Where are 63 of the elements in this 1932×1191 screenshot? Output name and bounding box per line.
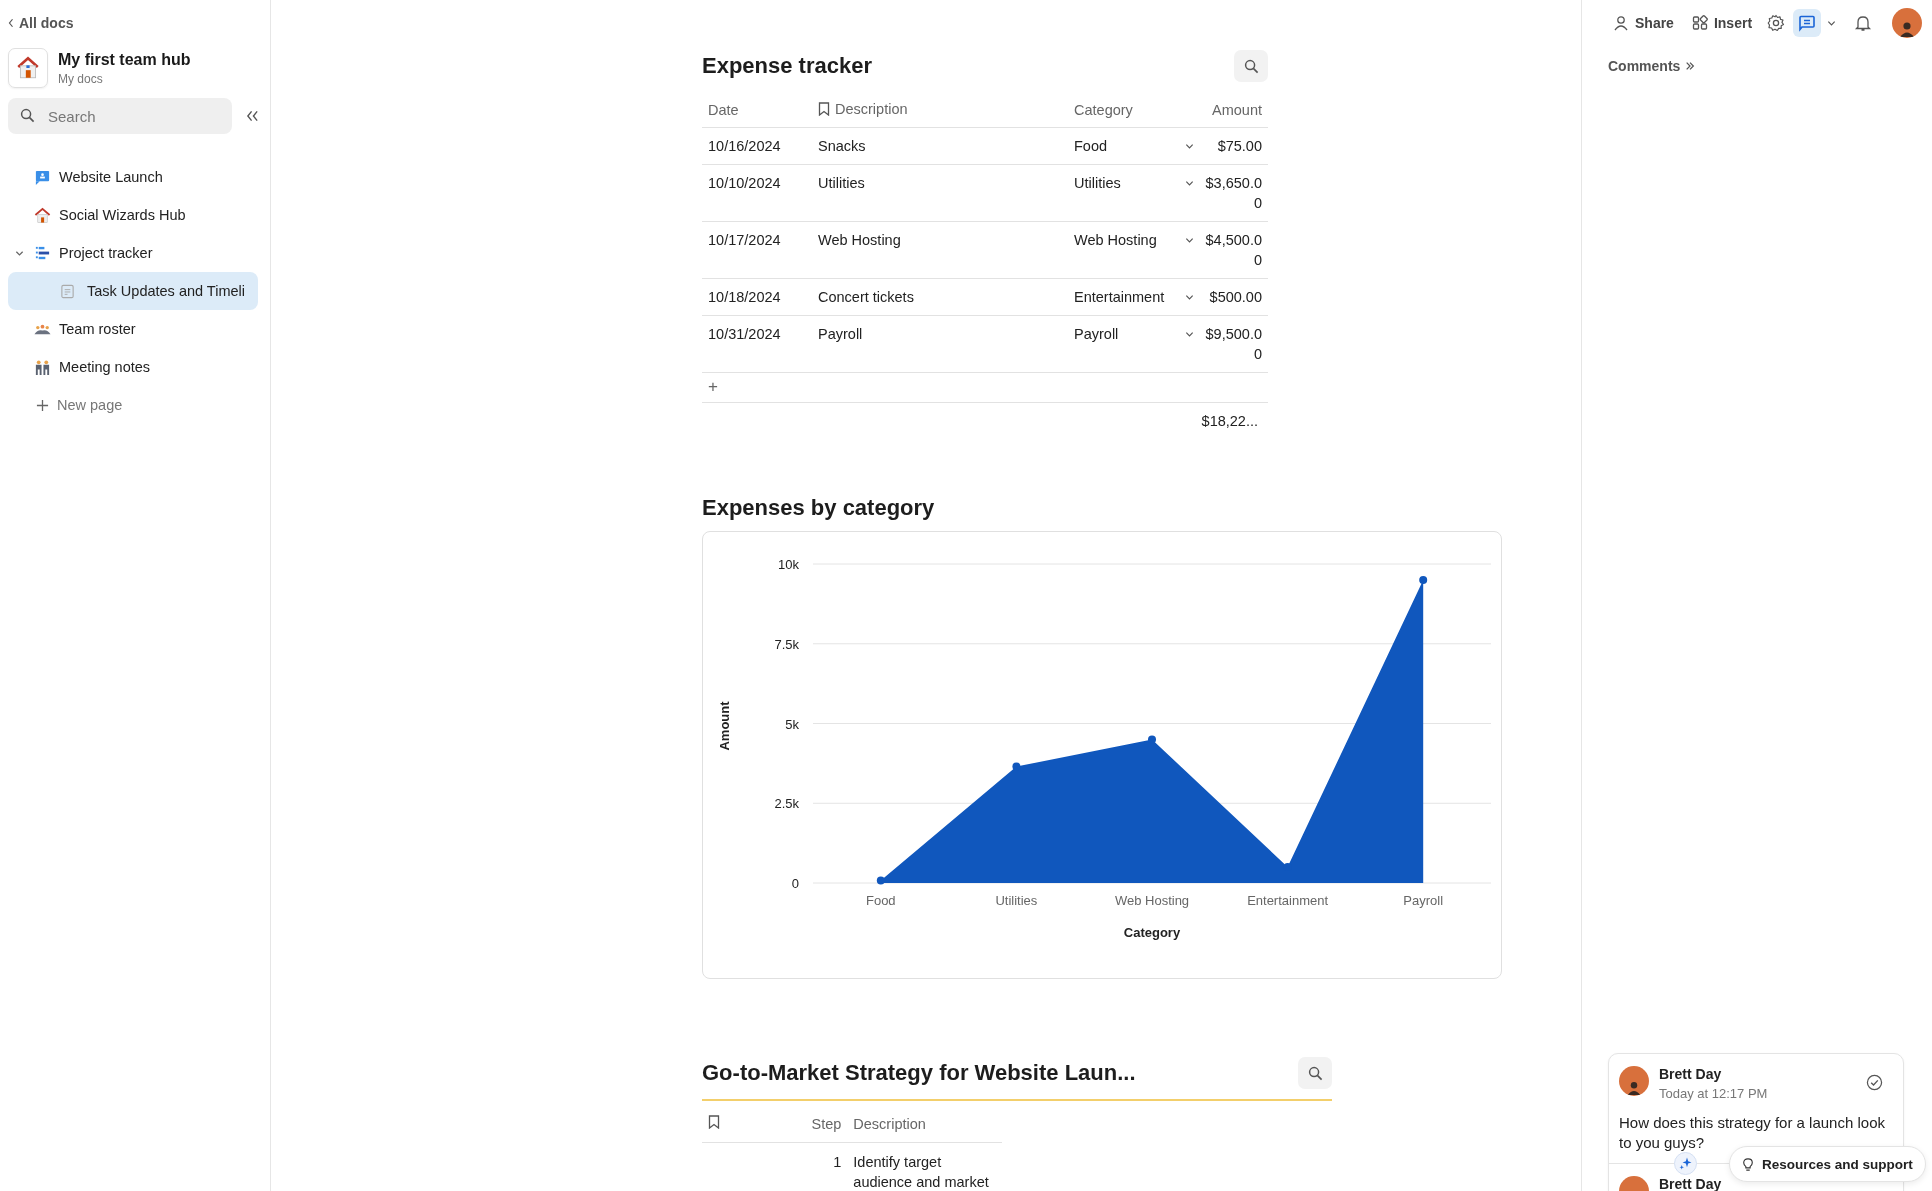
x-tick-label: Food <box>866 893 896 908</box>
toolbar-button[interactable]: Share <box>1606 15 1681 31</box>
table-cell: 10/17/2024 <box>708 232 781 248</box>
table-cell-text: $4,500.00 <box>1204 231 1262 270</box>
table-cell-text: $9,500.00 <box>1204 325 1262 364</box>
table-cell-text: $75.00 <box>1216 137 1262 156</box>
x-tick-label: Utilities <box>995 893 1038 908</box>
category-dropdown[interactable]: Payroll <box>1074 324 1194 344</box>
add-row-button[interactable]: + <box>708 377 718 396</box>
table-cell: 10/18/2024 <box>708 289 781 305</box>
all-docs-link[interactable]: All docs <box>8 15 74 31</box>
comment-author: Brett Day <box>1659 1176 1723 1191</box>
chart-title: Expenses by category <box>702 495 936 521</box>
x-axis-title: Category <box>1123 925 1181 940</box>
column-header: Step <box>811 1115 842 1132</box>
table-cell: 10/31/2024 <box>708 326 781 342</box>
table-cell-text: $3,650.00 <box>1204 174 1262 213</box>
comment-time: Today at 12:17 PM <box>1659 1086 1769 1101</box>
category-dropdown[interactable]: Web Hosting <box>1074 230 1194 250</box>
category-dropdown[interactable]: Entertainment <box>1074 287 1194 307</box>
table-cell: 10/16/2024 <box>708 138 781 154</box>
y-tick-label: 5k <box>785 716 799 732</box>
sidebar-item[interactable]: Social Wizards Hub <box>8 196 258 234</box>
x-tick-label: Payroll <box>1403 893 1444 908</box>
y-tick-label: 7.5k <box>774 636 799 652</box>
total-amount: $18,22... <box>1201 413 1258 429</box>
table-cell: Utilities <box>818 175 865 191</box>
search-field[interactable]: Search <box>8 98 232 134</box>
column-header: Description <box>853 1115 926 1132</box>
new-page-button[interactable]: New page <box>8 386 258 424</box>
table-cell: Payroll <box>818 326 863 342</box>
sidebar-item[interactable]: Meeting notes <box>8 348 258 386</box>
comments-header-button[interactable]: Comments <box>1602 58 1696 74</box>
hub-subtitle: My docs <box>58 71 104 86</box>
category-dropdown[interactable]: Food <box>1074 136 1194 156</box>
toolbar-button[interactable]: Insert <box>1684 15 1760 31</box>
column-header: Category <box>1074 101 1133 118</box>
table-cell: Web Hosting <box>818 232 901 248</box>
sidebar-item[interactable]: Task Updates and Timeli <box>8 272 258 310</box>
column-header: Amount <box>1212 101 1262 118</box>
sidebar-item[interactable]: Website Launch <box>8 158 258 196</box>
table-title: Go-to-Market Strategy for Website Laun... <box>702 1060 1136 1086</box>
table-cell: 1 <box>833 1154 842 1170</box>
sidebar-item[interactable]: Project tracker <box>8 234 258 272</box>
y-tick-label: 2.5k <box>774 796 799 812</box>
table-cell: Concert tickets <box>818 289 914 305</box>
sidebar-item[interactable]: Team roster <box>8 310 258 348</box>
category-dropdown[interactable]: Utilities <box>1074 173 1194 193</box>
table-title: Expense tracker <box>702 53 872 79</box>
y-tick-label: 10k <box>778 557 799 572</box>
x-tick-label: Entertainment <box>1247 893 1329 908</box>
table-cell: 10/10/2024 <box>708 175 781 191</box>
column-header: Date <box>708 101 739 118</box>
y-tick-label: 0 <box>791 876 799 891</box>
x-tick-label: Web Hosting <box>1114 893 1190 908</box>
resources-button[interactable]: Resources and support <box>1729 1146 1926 1182</box>
column-header: Description <box>835 100 908 117</box>
comment-author: Brett Day <box>1659 1066 1723 1082</box>
hub-title: My first team hub <box>58 50 191 69</box>
table-cell-text: $500.00 <box>1208 288 1262 307</box>
table-cell: Identify target audience and market <box>853 1154 989 1190</box>
table-cell: Snacks <box>818 138 866 154</box>
y-axis-title: Amount <box>717 701 732 751</box>
